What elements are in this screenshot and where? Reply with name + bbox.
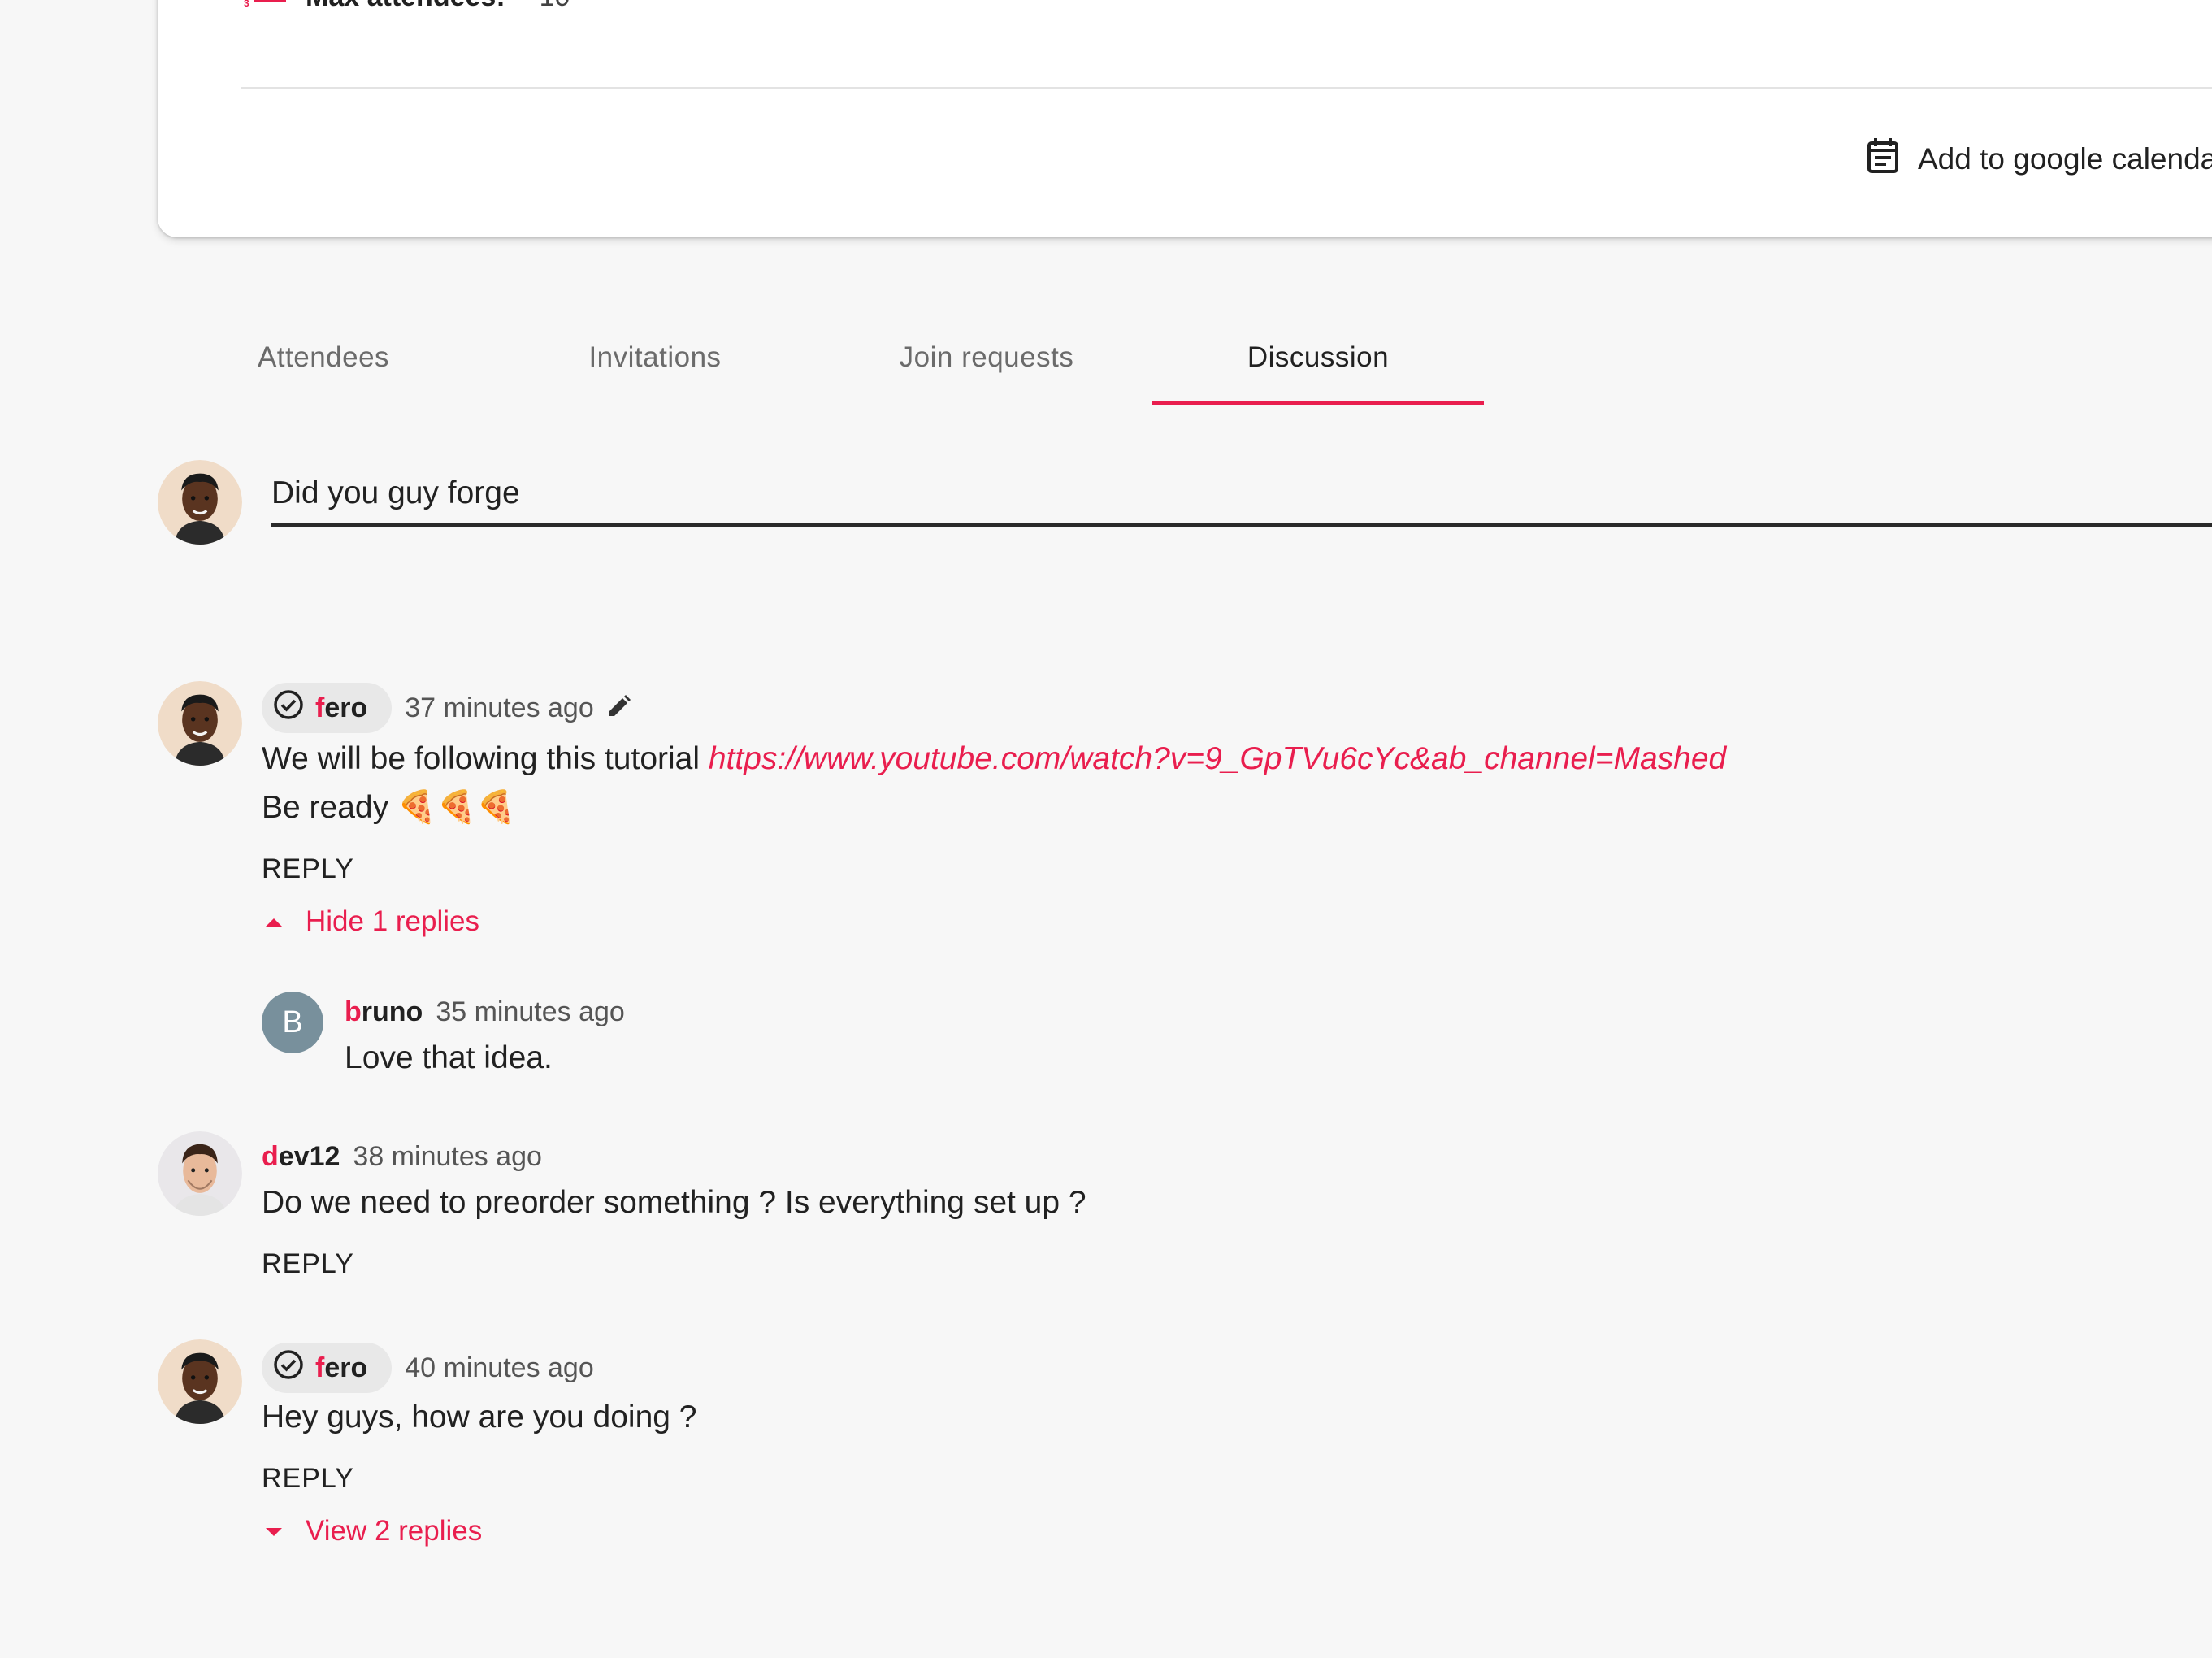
reply-text: Love that idea. [345, 1040, 553, 1075]
comment-time: 40 minutes ago [405, 1352, 594, 1383]
view-replies-button[interactable]: View 2 replies [262, 1515, 482, 1547]
edit-pencil-icon[interactable] [607, 694, 631, 723]
max-attendees-icon: 3 [244, 0, 286, 9]
comment-text: We will be following this tutorial [262, 741, 700, 776]
tab-join-requests[interactable]: Join requests [821, 317, 1152, 398]
author-initial: f [315, 692, 325, 723]
author-chip[interactable]: fero [262, 1343, 393, 1393]
max-attendees-row: 3 Max attendees: 10 [244, 0, 570, 13]
hide-replies-label: Hide 1 replies [306, 905, 479, 937]
comment-avatar [158, 1131, 242, 1216]
new-comment-input[interactable] [271, 463, 2212, 527]
reply-button[interactable]: REPLY [262, 1463, 354, 1495]
comment-text: Hey guys, how are you doing ? [262, 1400, 697, 1434]
reply-author: bruno [345, 996, 423, 1028]
reply-button[interactable]: REPLY [262, 1248, 354, 1280]
calendar-icon [1866, 137, 1900, 182]
reply-time: 35 minutes ago [436, 996, 625, 1027]
comment-text-line2: Be ready 🍕🍕🍕 [262, 790, 516, 825]
comment-text: Do we need to preorder something ? Is ev… [262, 1185, 1086, 1220]
author-initial: b [345, 996, 362, 1027]
author-rest: ero [324, 692, 368, 723]
tab-invitations[interactable]: Invitations [489, 317, 821, 398]
verified-check-icon [273, 1349, 304, 1387]
author-initial: f [315, 1352, 325, 1383]
comment-avatar [158, 1339, 242, 1424]
hide-replies-button[interactable]: Hide 1 replies [262, 905, 479, 938]
comment-author: fero [315, 692, 367, 724]
comment-avatar [158, 681, 242, 766]
comment-meta: dev12 38 minutes ago [262, 1131, 542, 1182]
reply-avatar: B [262, 992, 323, 1053]
chevron-down-icon [262, 1515, 286, 1547]
comment-meta: fero 40 minutes ago [262, 1343, 594, 1393]
event-card [158, 0, 2212, 237]
comment-time: 37 minutes ago [405, 692, 594, 723]
tab-bar: Attendees Invitations Join requests Disc… [158, 317, 1484, 405]
max-attendees-label: Max attendees: [306, 0, 505, 13]
tab-discussion[interactable]: Discussion [1152, 317, 1484, 405]
author-rest: ev12 [278, 1140, 340, 1172]
comment-author: dev12 [262, 1141, 340, 1173]
reply-button[interactable]: REPLY [262, 853, 354, 885]
add-to-calendar-label: Add to google calendar [1918, 142, 2212, 176]
chevron-up-icon [262, 905, 286, 938]
view-replies-label: View 2 replies [306, 1515, 483, 1547]
verified-check-icon [273, 689, 304, 727]
comment-body: We will be following this tutorial https… [262, 735, 1726, 783]
reply-meta: bruno 35 minutes ago [345, 987, 625, 1037]
max-attendees-value: 10 [540, 0, 570, 13]
tab-attendees[interactable]: Attendees [158, 317, 489, 398]
author-rest: runo [361, 996, 423, 1027]
add-to-calendar-button[interactable]: Add to google calendar [1866, 137, 2212, 182]
current-user-avatar [158, 460, 242, 545]
author-rest: ero [324, 1352, 368, 1383]
card-divider [241, 87, 2212, 89]
comment-meta: fero 37 minutes ago [262, 683, 631, 733]
comment-time: 38 minutes ago [353, 1140, 542, 1172]
comment-author: fero [315, 1352, 367, 1384]
author-initial: d [262, 1140, 279, 1172]
comment-link[interactable]: https://www.youtube.com/watch?v=9_GpTVu6… [709, 741, 1726, 776]
author-chip[interactable]: fero [262, 683, 393, 733]
